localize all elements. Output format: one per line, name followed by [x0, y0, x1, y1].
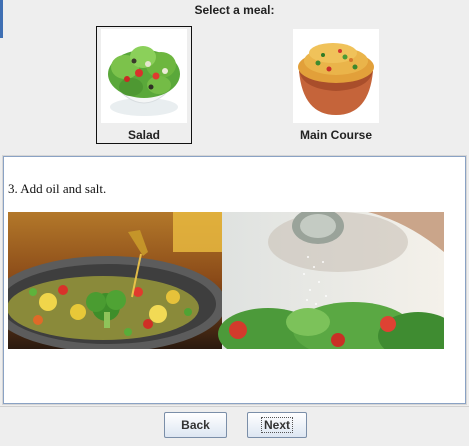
meal-option-main-course[interactable]: Main Course [288, 26, 384, 144]
meal-option-main-course-label: Main Course [299, 128, 372, 142]
meal-selector-title: Select a meal: [194, 3, 275, 17]
step-image [8, 212, 444, 349]
meal-option-salad[interactable]: Salad [96, 26, 192, 144]
next-button-label: Next [260, 417, 293, 433]
footer-separator [0, 406, 469, 407]
next-button[interactable]: Next [247, 412, 307, 438]
salad-thumbnail [101, 29, 187, 123]
back-button[interactable]: Back [164, 412, 227, 438]
step-instruction: 3. Add oil and salt. [8, 181, 107, 196]
recipe-step-panel: 3. Add oil and salt. [2, 155, 467, 405]
main-course-thumbnail [293, 29, 379, 123]
back-button-label: Back [181, 418, 210, 432]
meal-option-salad-label: Salad [127, 128, 160, 142]
